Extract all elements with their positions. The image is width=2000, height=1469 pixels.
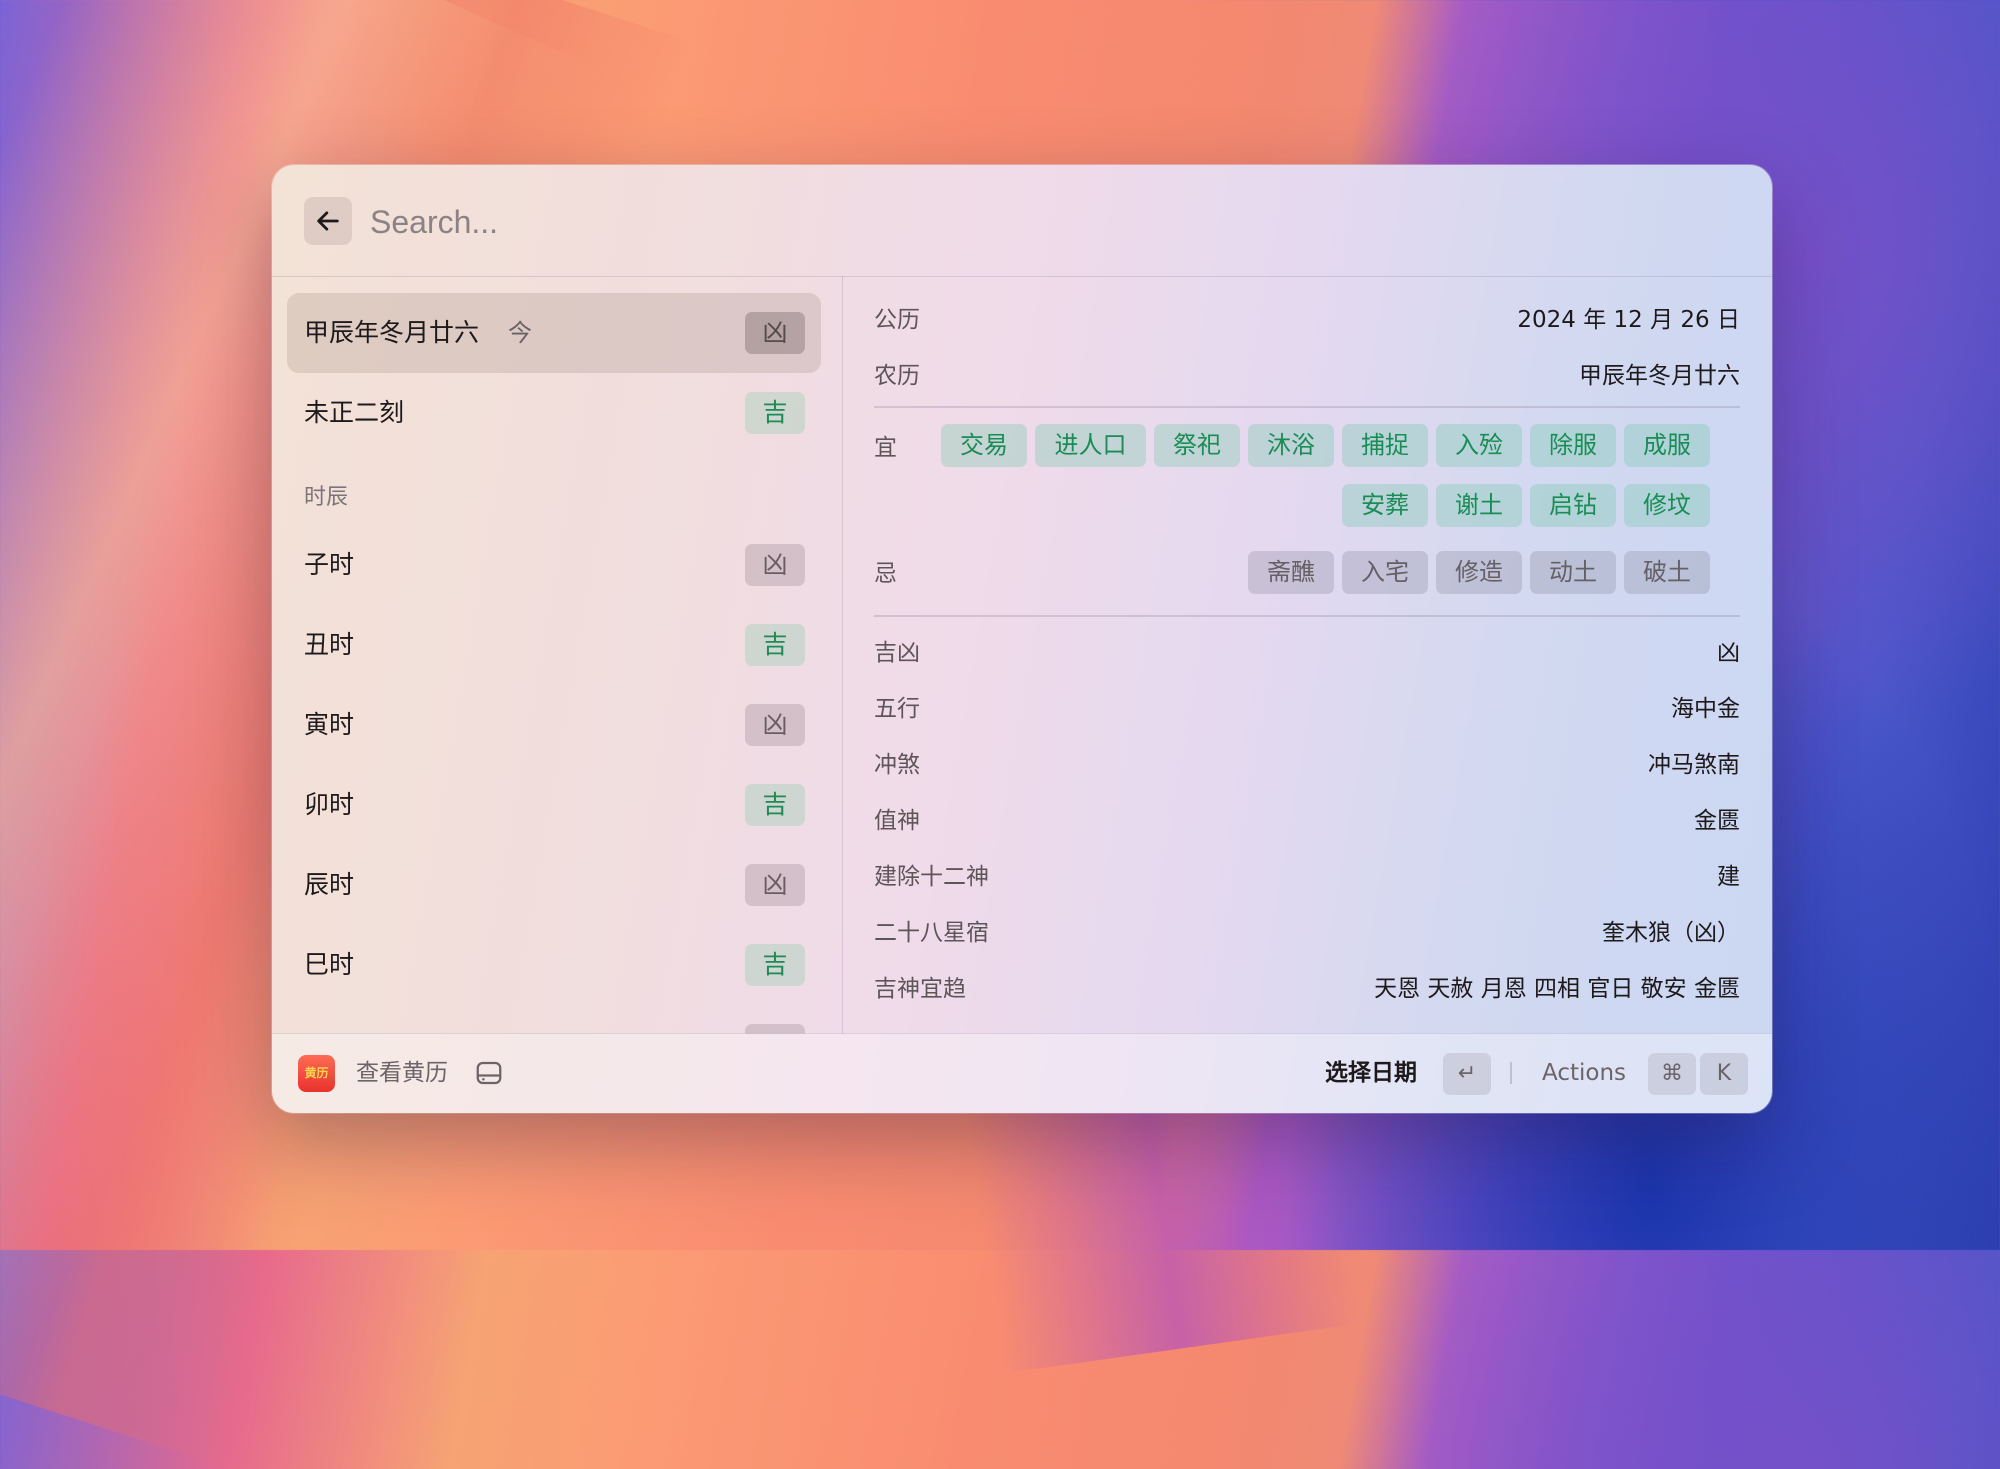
avoid-tag: 动土 [1530, 551, 1616, 594]
fortune-badge: 吉 [745, 944, 805, 986]
command-title: 查看黄历 [356, 1060, 448, 1086]
suitable-tag: 启钻 [1530, 484, 1616, 527]
today-marker: 今 [508, 319, 532, 347]
section-header-hours: 时辰 [304, 485, 349, 510]
list-item-label: 卯时 [304, 790, 355, 819]
k-key-hint[interactable]: K [1700, 1053, 1748, 1095]
search-input[interactable] [368, 191, 1272, 253]
list-item-hour[interactable]: 寅时 凶 [287, 685, 821, 765]
suitable-tag: 沐浴 [1248, 424, 1334, 467]
list-item-hour[interactable]: 辰时 凶 [287, 845, 821, 925]
select-date-action[interactable]: 选择日期 [1325, 1034, 1417, 1113]
avoid-label: 忌 [874, 561, 897, 587]
suitable-label: 宜 [874, 435, 897, 461]
twelve-gods-value: 建 [1717, 864, 1740, 890]
five-elements-label: 五行 [874, 696, 920, 722]
suitable-tag: 进人口 [1035, 424, 1146, 467]
lunar-date-label: 农历 [874, 363, 920, 389]
list-item-hour[interactable]: 子时 凶 [287, 525, 821, 605]
fortune-badge: 凶 [745, 864, 805, 906]
back-button[interactable] [304, 197, 352, 245]
almanac-app-icon: 黄历 [298, 1055, 335, 1092]
duty-god-value: 金匮 [1694, 808, 1740, 834]
suitable-tag: 成服 [1624, 424, 1710, 467]
avoid-tag: 破土 [1624, 551, 1710, 594]
fortune-label: 吉凶 [874, 640, 920, 666]
clash-label: 冲煞 [874, 752, 920, 778]
list-item-today[interactable]: 甲辰年冬月廿六 今 凶 [287, 293, 821, 373]
footer-separator [1510, 1062, 1512, 1084]
divider [874, 615, 1740, 617]
twelve-gods-label: 建除十二神 [874, 864, 989, 890]
enter-key-hint[interactable]: ↵ [1443, 1053, 1491, 1095]
list-item-label: 甲辰年冬月廿六 [304, 318, 480, 347]
list-item-hour[interactable]: 卯时 吉 [287, 765, 821, 845]
suitable-tag: 祭祀 [1154, 424, 1240, 467]
lunar-date-value: 甲辰年冬月廿六 [1579, 363, 1740, 389]
avoid-tag: 斋醮 [1248, 551, 1334, 594]
day-list[interactable]: 甲辰年冬月廿六 今 凶 未正二刻 吉 时辰 子时 凶 丑时 吉 寅时 凶 卯时 … [272, 276, 843, 1034]
suitable-tag: 入殓 [1436, 424, 1522, 467]
list-item-label: 巳时 [304, 950, 355, 979]
detail-pane: 公历 2024 年 12 月 26 日 农历 甲辰年冬月廿六 宜 交易 进人口 … [844, 276, 1772, 1034]
action-bar: 黄历 查看黄历 选择日期 ↵ Actions ⌘ K [272, 1033, 1772, 1113]
fortune-badge: 吉 [745, 624, 805, 666]
list-item-hour[interactable]: 丑时 吉 [287, 605, 821, 685]
list-item-current-time[interactable]: 未正二刻 吉 [287, 373, 821, 453]
list-item-label: 辰时 [304, 870, 355, 899]
list-item-label: 丑时 [304, 630, 355, 659]
list-item-label: 未正二刻 [304, 398, 405, 427]
suitable-tag: 交易 [941, 424, 1027, 467]
fortune-badge: 凶 [745, 544, 805, 586]
avoid-tag: 修造 [1436, 551, 1522, 594]
search-bar [272, 165, 1772, 277]
suitable-tag: 谢土 [1436, 484, 1522, 527]
divider [874, 406, 1740, 408]
cmd-key-hint[interactable]: ⌘ [1648, 1053, 1696, 1095]
suitable-tag: 捕捉 [1342, 424, 1428, 467]
fortune-badge: 吉 [745, 784, 805, 826]
actions-button[interactable]: Actions [1542, 1034, 1626, 1113]
list-item-label: 寅时 [304, 710, 355, 739]
list-item-hour[interactable]: 巳时 吉 [287, 925, 821, 1005]
duty-god-label: 值神 [874, 808, 920, 834]
list-item-label: 子时 [304, 550, 355, 579]
avoid-tag: 入宅 [1342, 551, 1428, 594]
suitable-tag: 除服 [1530, 424, 1616, 467]
fortune-value: 凶 [1717, 640, 1740, 666]
arrow-left-icon [317, 211, 339, 231]
fortune-badge: 凶 [745, 312, 805, 354]
lunar-mansion-value: 奎木狼（凶） [1602, 920, 1740, 946]
fortune-badge: 凶 [745, 704, 805, 746]
five-elements-value: 海中金 [1671, 696, 1740, 722]
suitable-tag: 安葬 [1342, 484, 1428, 527]
solar-date-value: 2024 年 12 月 26 日 [1517, 307, 1740, 333]
suitable-tag: 修坟 [1624, 484, 1710, 527]
solar-date-label: 公历 [874, 307, 920, 333]
lunar-mansion-label: 二十八星宿 [874, 920, 989, 946]
clash-value: 冲马煞南 [1648, 752, 1740, 778]
list-item-hour-partial[interactable] [287, 1005, 821, 1034]
fortune-badge: 吉 [745, 392, 805, 434]
calendar-window: 甲辰年冬月廿六 今 凶 未正二刻 吉 时辰 子时 凶 丑时 吉 寅时 凶 卯时 … [272, 165, 1772, 1113]
hard-drive-icon [476, 1061, 502, 1085]
auspicious-gods-value: 天恩 天赦 月恩 四相 官日 敬安 金匮 [1374, 976, 1740, 1002]
auspicious-gods-label: 吉神宜趋 [874, 976, 966, 1002]
